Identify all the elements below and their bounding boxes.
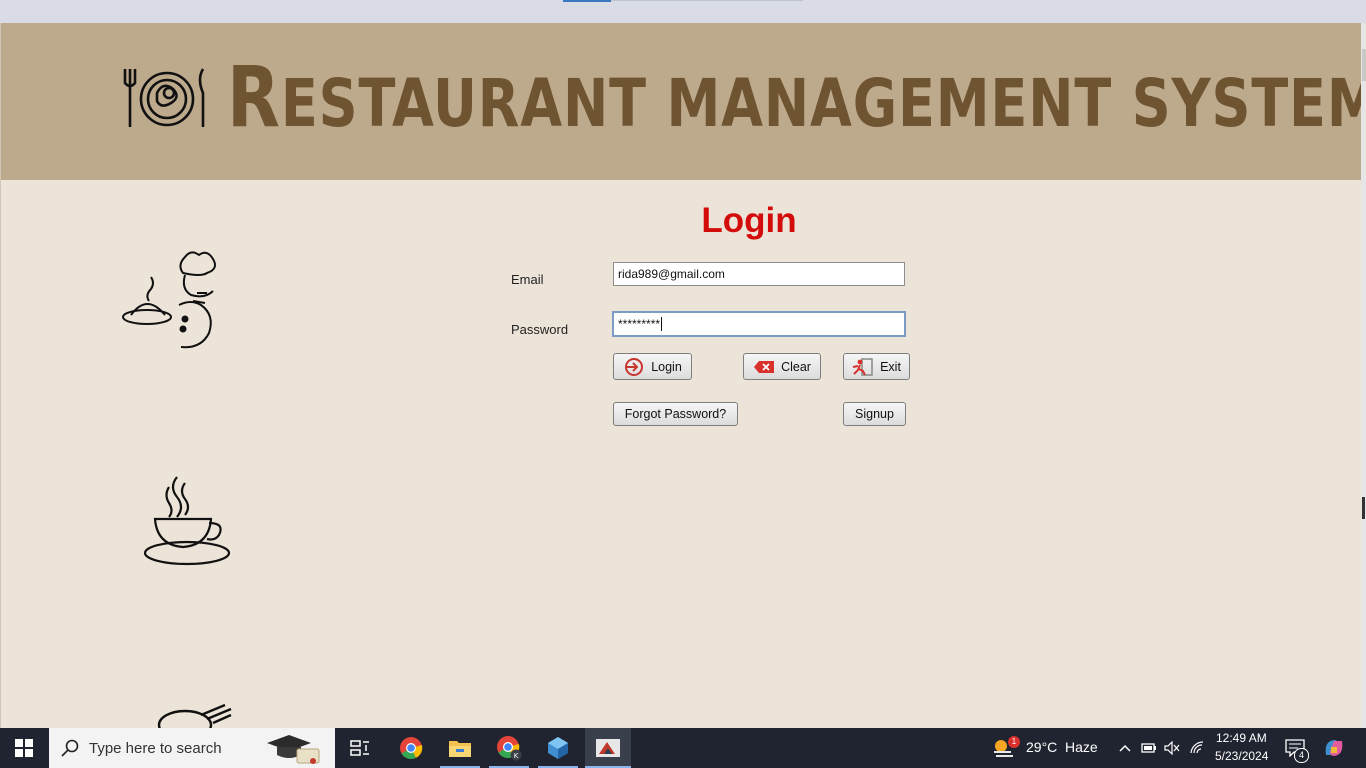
weather-temperature[interactable]: 29°C [1026,739,1057,755]
java-app-button[interactable] [585,728,631,768]
chrome-profile-icon: K [497,736,522,761]
clock-time[interactable]: 12:49 AM [1216,731,1267,745]
password-value: ********* [618,317,661,331]
file-explorer-button[interactable] [440,728,480,768]
exit-button-label: Exit [880,359,901,374]
chrome-taskbar-button[interactable] [391,728,431,768]
weather-badge: 1 [1008,736,1020,748]
java-app-icon [596,739,620,757]
email-value: rida989@gmail.com [618,267,725,281]
file-explorer-icon [449,741,471,757]
windows-start-button[interactable] [0,728,48,768]
top-strip [0,0,1366,23]
netbeans-icon [548,737,568,759]
active-tab-indicator [563,0,611,2]
netbeans-button[interactable] [538,728,578,768]
clear-button-label: Clear [781,359,811,374]
login-button[interactable]: Login [613,353,692,380]
text-caret [661,317,663,331]
show-hidden-icons-button[interactable] [1116,728,1134,768]
signup-button[interactable]: Signup [843,402,906,426]
clear-button[interactable]: Clear [743,353,821,380]
taskbar: Type here to search K 1 29°C Haze 12:49 … [0,728,1366,768]
password-field[interactable]: ********* [612,311,906,337]
login-button-label: Login [651,359,682,374]
task-view-icon [350,740,369,756]
copilot-icon [1325,740,1343,756]
signup-button-label: Signup [855,407,894,421]
volume-muted-icon [1164,741,1180,755]
exit-button[interactable]: Exit [843,353,910,380]
food-plate-icon [157,703,232,728]
scrollbar-thumb[interactable] [1362,49,1366,81]
scrollbar-mark [1362,497,1365,519]
volume-button[interactable] [1162,728,1182,768]
restaurant-logo-icon [123,68,205,127]
password-label: Password [511,322,569,337]
windows-start-icon [15,739,33,757]
forgot-password-button[interactable]: Forgot Password? [613,402,738,426]
wifi-icon [1190,741,1204,754]
clear-icon [754,360,775,373]
notification-count: 4 [1294,748,1309,763]
email-field[interactable]: rida989@gmail.com [613,262,905,286]
network-button[interactable] [1188,728,1208,768]
login-heading: Login [701,201,797,240]
taskbar-search-box[interactable]: Type here to search [49,728,335,768]
weather-widget-icon-wrap[interactable] [990,728,1018,768]
coffee-cup-icon [143,476,231,566]
chef-icon [122,251,216,349]
battery-icon [1141,743,1156,753]
copilot-button[interactable] [1320,728,1348,768]
weather-description[interactable]: Haze [1065,739,1098,755]
clock-date[interactable]: 5/23/2024 [1215,749,1268,763]
exit-door-icon [852,357,873,376]
chevron-up-icon [1119,744,1131,752]
svg-text:K: K [514,752,519,760]
chrome-icon [400,737,423,759]
forgot-password-label: Forgot Password? [624,407,727,421]
search-placeholder: Type here to search [89,739,222,757]
graduation-cap-icon [267,735,320,764]
app-title: RESTAURANT MANAGEMENT SYSTEM [227,48,1362,146]
email-label: Email [511,272,544,287]
chrome-profile-button[interactable]: K [489,728,529,768]
vertical-scrollbar[interactable] [1361,23,1366,728]
battery-button[interactable] [1139,728,1159,768]
search-icon [61,739,79,757]
tab-divider [611,0,803,1]
login-window: RESTAURANT MANAGEMENT SYSTEM Login Email… [0,23,1362,728]
header-banner: RESTAURANT MANAGEMENT SYSTEM [1,23,1362,180]
login-arrow-icon [625,357,644,376]
task-view-button[interactable] [341,728,379,768]
